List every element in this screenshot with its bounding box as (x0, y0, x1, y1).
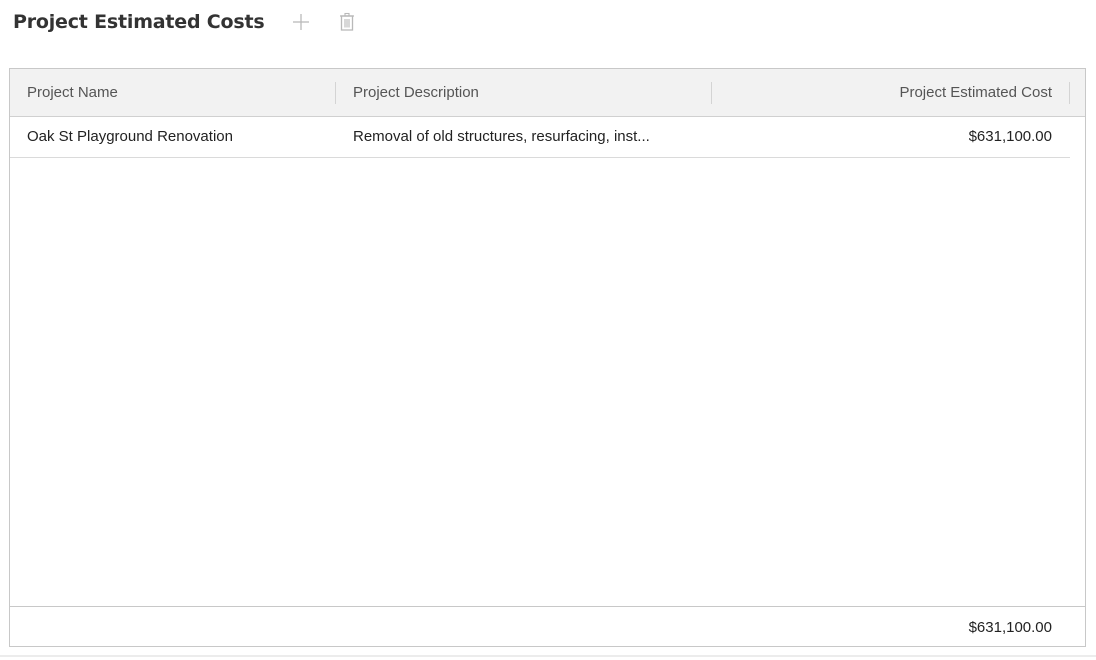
grid-footer-row: $631,100.00 (10, 606, 1085, 646)
table-row[interactable]: Oak St Playground Renovation Removal of … (10, 117, 1070, 158)
footer-total-cost: $631,100.00 (968, 619, 1052, 636)
cell-project-estimated-cost[interactable]: $631,100.00 (969, 117, 1052, 157)
column-resize-handle[interactable] (711, 82, 712, 104)
project-costs-grid: Project Name Project Description Project… (9, 68, 1086, 647)
cell-project-description[interactable]: Removal of old structures, resurfacing, … (353, 117, 703, 157)
column-resize-handle[interactable] (1069, 82, 1070, 104)
column-header-project-estimated-cost[interactable]: Project Estimated Cost (899, 69, 1052, 116)
grid-header-row: Project Name Project Description Project… (10, 69, 1085, 117)
panel-header: Project Estimated Costs (13, 6, 359, 38)
divider (0, 655, 1096, 657)
plus-icon (292, 14, 309, 30)
column-header-project-name[interactable]: Project Name (27, 69, 118, 116)
column-header-project-description[interactable]: Project Description (353, 69, 479, 116)
add-button[interactable] (289, 10, 313, 34)
trash-icon (339, 12, 354, 31)
column-resize-handle[interactable] (335, 82, 336, 104)
cell-project-name[interactable]: Oak St Playground Renovation (27, 117, 233, 157)
panel-title: Project Estimated Costs (13, 11, 265, 33)
delete-button[interactable] (335, 10, 359, 34)
